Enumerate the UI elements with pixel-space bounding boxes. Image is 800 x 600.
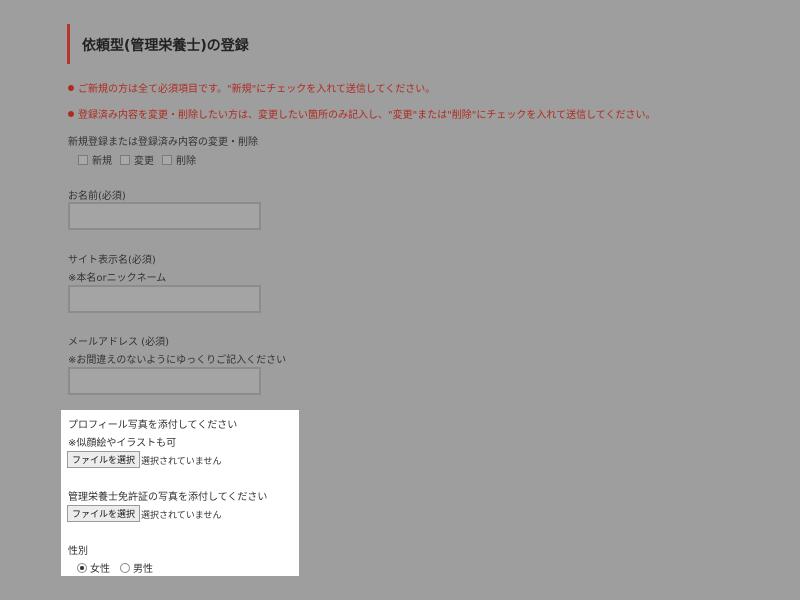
email-label: メールアドレス (必須): [68, 337, 169, 348]
name-input[interactable]: [68, 202, 261, 230]
bullet-icon: [68, 111, 74, 117]
radio-button-selected[interactable]: [77, 562, 87, 573]
notice-change: 登録済み内容を変更・削除したい方は、変更したい箇所のみ記入し、"変更"または"削…: [68, 106, 656, 121]
license-photo-file-status: 選択されていません: [141, 511, 222, 521]
checkbox-change[interactable]: 変更: [120, 152, 154, 167]
action-checkbox-group: 新規 変更 削除: [78, 152, 196, 167]
checkbox-delete[interactable]: 削除: [162, 152, 196, 167]
profile-photo-note: ※似顔絵やイラストも可: [68, 438, 177, 449]
checkbox-delete-label: 削除: [176, 156, 196, 167]
radio-female[interactable]: 女性: [77, 560, 110, 575]
notice-new-text: ご新規の方は全て必須項目です。"新規"にチェックを入れて送信してください。: [78, 84, 436, 95]
notice-new: ご新規の方は全て必須項目です。"新規"にチェックを入れて送信してください。: [68, 80, 435, 95]
bullet-icon: [68, 85, 74, 91]
profile-photo-label: プロフィール写真を添付してください: [68, 420, 238, 431]
checkbox-new[interactable]: 新規: [78, 152, 112, 167]
license-photo-label: 管理栄養士免許証の写真を添付してください: [68, 492, 268, 503]
email-input[interactable]: [68, 367, 261, 395]
page-title-block: 依頼型(管理栄養士)の登録: [67, 24, 307, 64]
name-label: お名前(必須): [68, 191, 126, 202]
email-note: ※お間違えのないようにゆっくりご記入ください: [68, 355, 287, 366]
action-label: 新規登録または登録済み内容の変更・削除: [68, 137, 258, 148]
checkbox-box[interactable]: [78, 154, 88, 165]
checkbox-new-label: 新規: [92, 156, 112, 167]
highlighted-upload-panel: プロフィール写真を添付してください ※似顔絵やイラストも可 ファイルを選択 選択…: [61, 410, 299, 576]
page-title: 依頼型(管理栄養士)の登録: [82, 38, 249, 54]
radio-male-label: 男性: [133, 564, 153, 575]
display-name-input[interactable]: [68, 285, 261, 313]
checkbox-box[interactable]: [120, 154, 130, 165]
profile-photo-file-button[interactable]: ファイルを選択: [67, 451, 141, 468]
license-photo-file-button[interactable]: ファイルを選択: [67, 505, 141, 522]
checkbox-change-label: 変更: [134, 156, 154, 167]
radio-female-label: 女性: [90, 564, 110, 575]
display-name-note: ※本名orニックネーム: [68, 273, 167, 284]
radio-button[interactable]: [120, 562, 130, 573]
gender-label: 性別: [68, 546, 88, 557]
display-name-label: サイト表示名(必須): [68, 255, 156, 266]
radio-male[interactable]: 男性: [120, 560, 153, 575]
notice-change-text: 登録済み内容を変更・削除したい方は、変更したい箇所のみ記入し、"変更"または"削…: [78, 110, 656, 121]
gender-radio-group: 女性 男性: [77, 560, 153, 575]
checkbox-box[interactable]: [162, 154, 172, 165]
profile-photo-file-status: 選択されていません: [141, 457, 222, 467]
